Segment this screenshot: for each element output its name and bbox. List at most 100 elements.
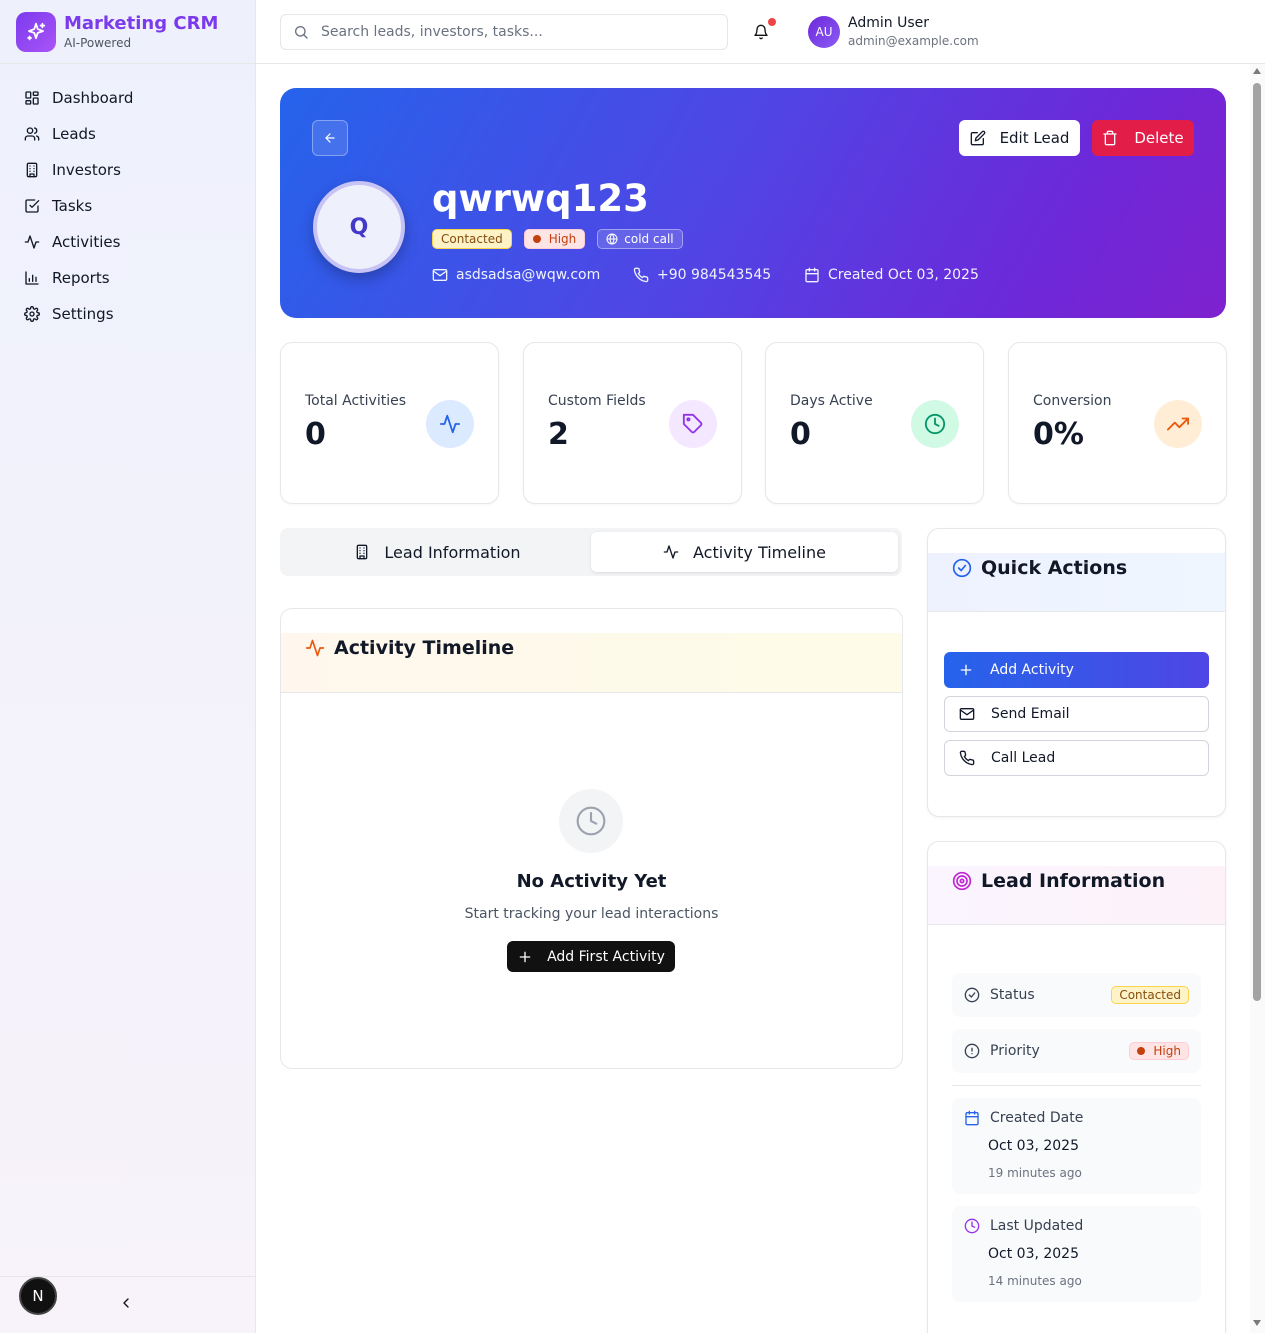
sidebar-item-label: Tasks	[52, 197, 93, 215]
sidebar-item-label: Investors	[52, 161, 121, 179]
created-date-label: Created Date	[990, 1110, 1084, 1126]
dashboard-icon	[25, 91, 39, 105]
lead-badges: Contacted High cold call	[432, 229, 695, 249]
priority-dot-icon	[1137, 1047, 1146, 1055]
stat-value: 2	[548, 417, 569, 452]
created-relative-time: 19 minutes ago	[988, 1166, 1082, 1180]
tab-activity-timeline[interactable]: Activity Timeline	[591, 532, 898, 572]
search-input[interactable]	[321, 24, 701, 40]
priority-badge: High	[523, 229, 586, 249]
scroll-up-arrow[interactable]	[1253, 68, 1261, 74]
priority-row: Priority High	[952, 1029, 1201, 1073]
status-badge: Contacted	[432, 229, 512, 249]
source-badge: cold call	[597, 229, 683, 249]
calendar-icon	[805, 267, 819, 283]
sidebar-item-activities[interactable]: Activities	[0, 224, 255, 260]
send-email-button[interactable]: Send Email	[944, 696, 1209, 732]
sidebar-item-tasks[interactable]: Tasks	[0, 188, 255, 224]
stat-label: Days Active	[790, 393, 873, 409]
search-bar[interactable]	[280, 14, 728, 50]
brand-name: Marketing CRM	[64, 12, 219, 34]
status-badge: Contacted	[1111, 986, 1189, 1004]
avatar[interactable]: AU	[808, 16, 840, 48]
user-email: admin@example.com	[848, 34, 979, 48]
status-row: Status Contacted	[952, 973, 1201, 1017]
alert-circle-icon	[964, 1043, 980, 1059]
updated-relative-time: 14 minutes ago	[988, 1274, 1082, 1288]
clock-icon	[559, 789, 623, 853]
stat-card-custom-fields: Custom Fields 2	[523, 342, 742, 504]
tabs: Lead Information Activity Timeline	[280, 528, 902, 576]
phone-icon	[959, 750, 975, 766]
timeline-title: Activity Timeline	[334, 637, 515, 659]
tab-lead-information[interactable]: Lead Information	[284, 532, 591, 572]
lead-information-header: Lead Information	[928, 866, 1225, 925]
activity-icon	[24, 235, 40, 249]
sidebar-item-investors[interactable]: Investors	[0, 152, 255, 188]
scroll-down-arrow[interactable]	[1253, 1320, 1261, 1326]
bar-chart-icon	[25, 271, 39, 285]
check-square-icon	[25, 199, 40, 213]
sidebar-item-settings[interactable]: Settings	[0, 296, 255, 332]
empty-state-title: No Activity Yet	[516, 871, 667, 892]
sidebar-item-label: Activities	[52, 233, 121, 251]
stat-value: 0	[790, 417, 811, 452]
stat-card-total-activities: Total Activities 0	[280, 342, 499, 504]
arrow-left-icon	[325, 133, 335, 143]
collapse-sidebar-button[interactable]	[118, 1295, 134, 1311]
sidebar-item-leads[interactable]: Leads	[0, 116, 255, 152]
calendar-icon	[965, 1110, 979, 1126]
plus-icon	[960, 664, 972, 676]
quick-actions-card: Quick Actions Add Activity Send Email Ca…	[927, 528, 1226, 817]
activity-icon	[305, 639, 325, 657]
sidebar-item-dashboard[interactable]: Dashboard	[0, 80, 255, 116]
sidebar-item-label: Reports	[52, 269, 110, 287]
users-icon	[24, 127, 40, 141]
divider	[952, 1085, 1201, 1086]
lead-email[interactable]: asdsadsa@wqw.com	[432, 267, 600, 283]
target-icon	[952, 871, 972, 891]
chevron-left-icon	[123, 1298, 129, 1308]
check-circle-icon	[964, 987, 980, 1003]
edit-icon	[970, 130, 985, 146]
delete-button[interactable]: Delete	[1092, 120, 1194, 156]
trending-up-icon	[1154, 400, 1202, 448]
globe-icon	[606, 233, 618, 245]
lead-name: qwrwq123	[432, 177, 649, 220]
call-lead-button[interactable]: Call Lead	[944, 740, 1209, 776]
clock-icon	[911, 400, 959, 448]
mail-icon	[432, 269, 448, 281]
add-first-activity-button[interactable]: Add First Activity	[507, 941, 675, 972]
plus-icon	[519, 951, 531, 962]
activity-timeline-card: Activity Timeline No Activity Yet Start …	[280, 608, 903, 1069]
add-activity-button[interactable]: Add Activity	[944, 652, 1209, 688]
lead-phone[interactable]: +90 984543545	[633, 267, 771, 283]
sidebar-item-label: Dashboard	[52, 89, 134, 107]
edit-lead-label: Edit Lead	[999, 129, 1070, 147]
building-icon	[357, 544, 368, 560]
delete-label: Delete	[1134, 129, 1184, 147]
stat-card-conversion: Conversion 0%	[1008, 342, 1227, 504]
clock-icon	[964, 1218, 980, 1234]
stat-label: Conversion	[1033, 393, 1112, 409]
stat-value: 0%	[1033, 417, 1084, 452]
last-updated-label: Last Updated	[990, 1218, 1084, 1234]
timeline-header: Activity Timeline	[281, 633, 902, 693]
brand-subtitle: AI-Powered	[64, 35, 132, 50]
sparkles-icon	[16, 11, 56, 52]
sidebar-item-label: Leads	[52, 125, 96, 143]
sidebar-nav: Dashboard Leads Investors Tasks Activiti…	[0, 64, 255, 332]
created-date-box: Created Date Oct 03, 2025 19 minutes ago	[952, 1098, 1201, 1194]
quick-actions-title: Quick Actions	[981, 557, 1128, 579]
sidebar-item-label: Settings	[52, 305, 114, 323]
next-badge[interactable]: N	[19, 1277, 57, 1315]
lead-information-title: Lead Information	[981, 870, 1166, 892]
sidebar-item-reports[interactable]: Reports	[0, 260, 255, 296]
back-button[interactable]	[312, 120, 348, 156]
notifications-button[interactable]	[753, 24, 769, 40]
scrollbar-thumb[interactable]	[1253, 83, 1261, 1001]
stat-card-days-active: Days Active 0	[765, 342, 984, 504]
priority-label: Priority	[990, 1043, 1040, 1059]
building-icon	[26, 162, 38, 178]
edit-lead-button[interactable]: Edit Lead	[959, 120, 1080, 156]
